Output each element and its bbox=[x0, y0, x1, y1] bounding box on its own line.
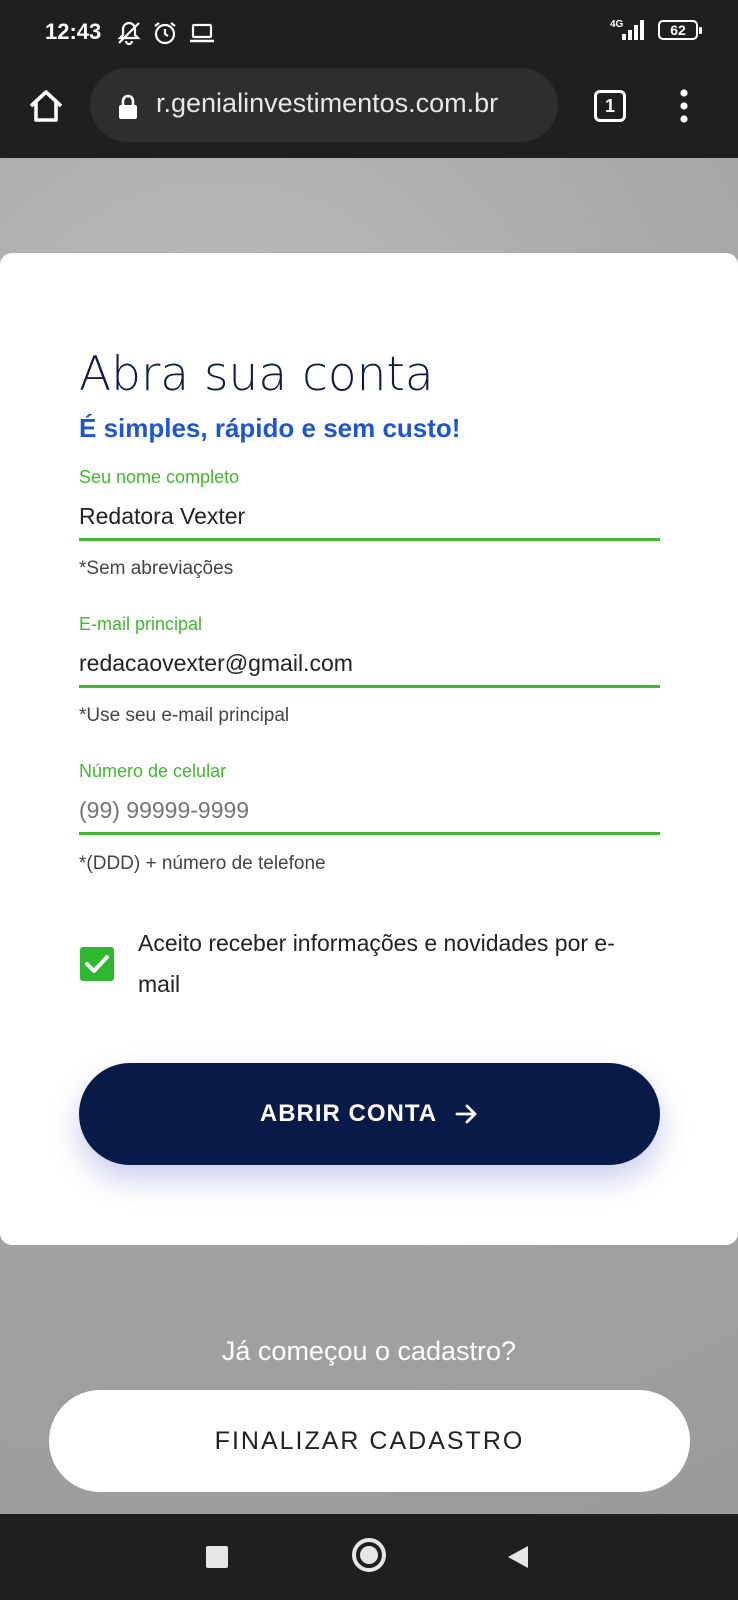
open-account-label: ABRIR CONTA bbox=[259, 1100, 438, 1127]
status-icons-left bbox=[116, 20, 216, 46]
signup-card: Abra sua conta É simples, rápido e sem c… bbox=[0, 253, 738, 1245]
email-field-hint: *Use seu e-mail principal bbox=[79, 705, 290, 726]
address-bar[interactable]: r.genialinvestimentos.com.br bbox=[90, 68, 558, 142]
name-input[interactable] bbox=[79, 494, 660, 541]
laptop-icon bbox=[190, 23, 214, 43]
home-icon[interactable] bbox=[26, 86, 66, 126]
finish-registration-label: FINALIZAR CADASTRO bbox=[214, 1426, 525, 1455]
battery-level: 62 bbox=[670, 22, 686, 38]
open-account-button[interactable]: ABRIR CONTA bbox=[79, 1063, 660, 1165]
more-options-icon[interactable] bbox=[676, 86, 692, 126]
arrow-right-icon bbox=[455, 1104, 477, 1124]
back-icon[interactable] bbox=[506, 1544, 530, 1570]
signal-icon: 4G bbox=[610, 19, 644, 40]
status-time: 12:43 bbox=[45, 19, 102, 44]
battery-icon: 62 bbox=[658, 20, 702, 40]
name-field-label: Seu nome completo bbox=[79, 467, 240, 487]
checkmark-icon bbox=[85, 955, 109, 973]
tab-switcher-button[interactable]: 1 bbox=[594, 90, 626, 122]
email-field-label: E-mail principal bbox=[79, 614, 203, 634]
phone-field-label: Número de celular bbox=[79, 761, 227, 781]
status-bar: 12:43 4G 62 bbox=[0, 0, 738, 64]
home-nav-icon[interactable] bbox=[352, 1538, 386, 1572]
phone-input[interactable] bbox=[79, 788, 660, 835]
email-input[interactable] bbox=[79, 641, 660, 688]
url-text: r.genialinvestimentos.com.br bbox=[156, 88, 499, 118]
finish-registration-button[interactable]: FINALIZAR CADASTRO bbox=[49, 1390, 690, 1492]
browser-toolbar: r.genialinvestimentos.com.br 1 bbox=[0, 64, 738, 158]
page-subtitle: É simples, rápido e sem custo! bbox=[79, 413, 461, 443]
status-right: 4G 62 bbox=[608, 18, 702, 42]
name-field-hint: *Sem abreviações bbox=[79, 558, 234, 579]
page-title: Abra sua conta bbox=[79, 347, 434, 402]
tab-count: 1 bbox=[604, 95, 615, 116]
lock-icon bbox=[119, 94, 137, 119]
mute-icon bbox=[117, 21, 141, 46]
system-nav-bar bbox=[0, 1514, 738, 1600]
consent-checkbox[interactable] bbox=[80, 947, 114, 981]
phone-field-hint: *(DDD) + número de telefone bbox=[79, 853, 326, 874]
alarm-icon bbox=[154, 22, 176, 45]
consent-label: Aceito receber informações e novidades p… bbox=[138, 930, 615, 997]
network-label: 4G bbox=[610, 19, 624, 30]
recents-icon[interactable] bbox=[206, 1546, 228, 1568]
already-started-text: Já começou o cadastro? bbox=[221, 1336, 517, 1366]
